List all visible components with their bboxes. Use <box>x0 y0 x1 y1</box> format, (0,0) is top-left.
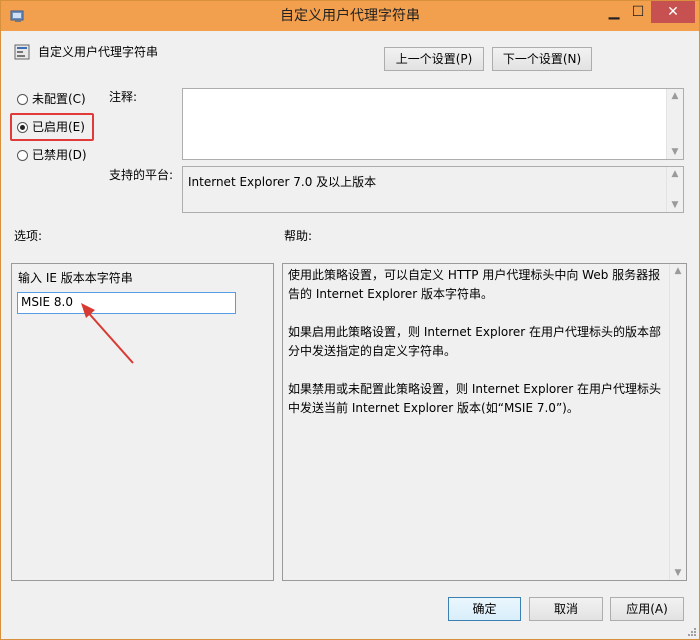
platform-scrollbar[interactable]: ▲ ▼ <box>666 167 683 212</box>
comment-label: 注释: <box>109 90 138 104</box>
scroll-up-icon[interactable]: ▲ <box>670 264 686 278</box>
platform-value: Internet Explorer 7.0 及以上版本 <box>188 175 377 189</box>
policy-dialog: 自定义用户代理字符串 ▁ ☐ ✕ 自定义用户代理字符串 上一个设置(P) 下一个… <box>0 0 700 640</box>
options-label: 选项: <box>14 229 43 243</box>
radio-not-configured-label: 未配置(C) <box>32 92 86 106</box>
window-title: 自定义用户代理字符串 <box>280 8 420 24</box>
scroll-up-icon[interactable]: ▲ <box>667 89 683 103</box>
title-bar[interactable]: 自定义用户代理字符串 ▁ ☐ ✕ <box>1 1 699 31</box>
help-paragraph: 使用此策略设置，可以自定义 HTTP 用户代理标头中向 Web 服务器报告的 I… <box>288 268 661 301</box>
scroll-down-icon[interactable]: ▼ <box>667 145 683 159</box>
help-text: 使用此策略设置，可以自定义 HTTP 用户代理标头中向 Web 服务器报告的 I… <box>288 266 666 437</box>
radio-enabled[interactable]: 已启用(E) <box>17 118 85 136</box>
policy-name: 自定义用户代理字符串 <box>38 45 159 59</box>
help-paragraph: 如果禁用或未配置此策略设置，则 Internet Explorer 在用户代理标… <box>288 382 662 415</box>
apply-button[interactable]: 应用(A) <box>610 597 684 621</box>
help-paragraph: 如果启用此策略设置，则 Internet Explorer 在用户代理标头的版本… <box>288 325 662 358</box>
radio-disabled[interactable]: 已禁用(D) <box>17 146 87 164</box>
scroll-down-icon[interactable]: ▼ <box>667 198 683 212</box>
policy-setting-icon <box>14 44 30 60</box>
maximize-button[interactable]: ☐ <box>627 1 649 23</box>
help-label: 帮助: <box>284 229 313 243</box>
ok-button[interactable]: 确定 <box>448 597 521 621</box>
platform-box: Internet Explorer 7.0 及以上版本 ▲ ▼ <box>182 166 684 213</box>
annotation-arrow-icon <box>81 303 134 364</box>
help-scrollbar[interactable]: ▲ ▼ <box>669 264 686 580</box>
radio-circle[interactable] <box>17 93 28 105</box>
options-pane: 输入 IE 版本本字符串 MSIE 8.0 <box>11 263 274 581</box>
resize-grip-icon[interactable] <box>685 625 697 637</box>
radio-circle[interactable] <box>17 149 28 161</box>
radio-circle-selected[interactable] <box>17 121 28 133</box>
next-setting-button[interactable]: 下一个设置(N) <box>492 47 592 71</box>
scroll-up-icon[interactable]: ▲ <box>667 167 683 181</box>
radio-enabled-label: 已启用(E) <box>32 120 85 134</box>
minimize-button[interactable]: ▁ <box>603 1 625 23</box>
help-pane: 使用此策略设置，可以自定义 HTTP 用户代理标头中向 Web 服务器报告的 I… <box>282 263 687 581</box>
previous-setting-button[interactable]: 上一个设置(P) <box>384 47 484 71</box>
radio-not-configured[interactable]: 未配置(C) <box>17 90 86 108</box>
version-string-label: 输入 IE 版本本字符串 <box>18 271 133 285</box>
scroll-down-icon[interactable]: ▼ <box>670 566 686 580</box>
radio-disabled-label: 已禁用(D) <box>32 148 87 162</box>
comment-textarea[interactable]: ▲ ▼ <box>182 88 684 160</box>
close-button[interactable]: ✕ <box>651 1 695 23</box>
cancel-button[interactable]: 取消 <box>529 597 603 621</box>
platform-label: 支持的平台: <box>109 168 174 182</box>
comment-scrollbar[interactable]: ▲ ▼ <box>666 89 683 159</box>
